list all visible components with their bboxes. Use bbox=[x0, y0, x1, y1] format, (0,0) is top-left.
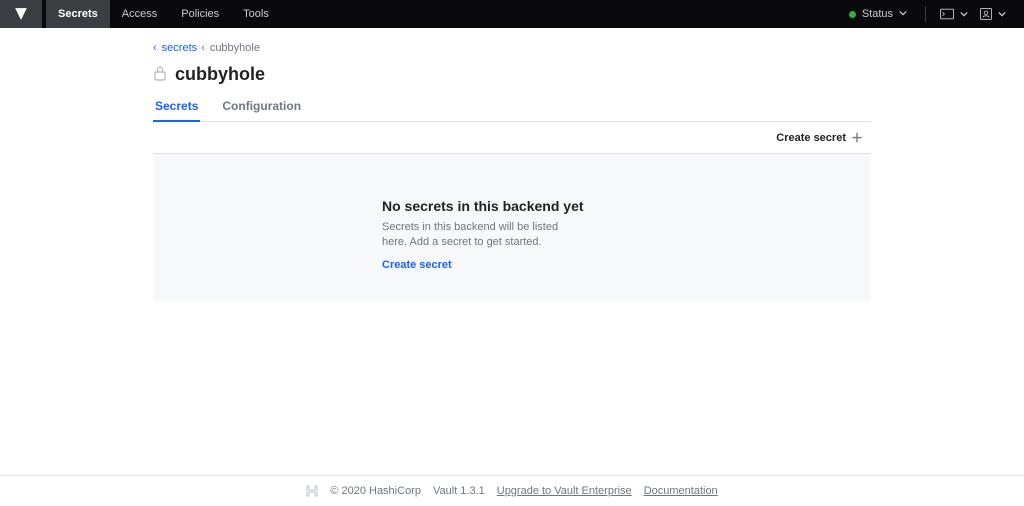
chevron-left-icon: ‹ bbox=[201, 42, 205, 54]
user-icon bbox=[980, 8, 992, 20]
nav-item-access[interactable]: Access bbox=[110, 0, 169, 28]
plus-icon: ＋ bbox=[851, 129, 863, 146]
create-secret-button[interactable]: Create secret ＋ bbox=[776, 129, 863, 146]
vault-logo-icon bbox=[14, 7, 28, 21]
chevron-down-icon bbox=[998, 10, 1006, 18]
tab-configuration[interactable]: Configuration bbox=[220, 91, 303, 122]
empty-state-create-link[interactable]: Create secret bbox=[382, 259, 642, 271]
footer-docs-link[interactable]: Documentation bbox=[644, 485, 718, 497]
breadcrumb-current: cubbyhole bbox=[210, 42, 260, 54]
chevron-down-icon bbox=[960, 10, 968, 18]
console-menu[interactable] bbox=[934, 8, 974, 20]
page-title: cubbyhole bbox=[175, 64, 265, 85]
footer: © 2020 HashiCorp Vault 1.3.1 Upgrade to … bbox=[0, 476, 1024, 506]
breadcrumb-parent-link[interactable]: secrets bbox=[162, 42, 197, 54]
secrets-toolbar: Create secret ＋ bbox=[153, 122, 871, 154]
empty-state-message: Secrets in this backend will be listed h… bbox=[382, 220, 562, 251]
empty-state: No secrets in this backend yet Secrets i… bbox=[382, 198, 642, 271]
user-menu[interactable] bbox=[974, 8, 1012, 20]
empty-state-title: No secrets in this backend yet bbox=[382, 198, 642, 214]
status-menu[interactable]: Status bbox=[839, 8, 917, 20]
nav-left: Secrets Access Policies Tools bbox=[0, 0, 839, 28]
nav-right: Status bbox=[839, 0, 1012, 28]
chevron-left-icon: ‹ bbox=[153, 42, 157, 54]
status-label: Status bbox=[862, 8, 893, 20]
hashicorp-icon bbox=[306, 485, 318, 497]
footer-version: Vault 1.3.1 bbox=[433, 485, 485, 497]
page-content: ‹ secrets ‹ cubbyhole cubbyhole Secrets … bbox=[153, 28, 871, 301]
status-dot-icon bbox=[849, 11, 856, 18]
create-secret-label: Create secret bbox=[776, 132, 846, 144]
top-nav: Secrets Access Policies Tools Status bbox=[0, 0, 1024, 28]
footer-copyright: © 2020 HashiCorp bbox=[330, 485, 421, 497]
tab-secrets[interactable]: Secrets bbox=[153, 91, 200, 122]
empty-state-panel: No secrets in this backend yet Secrets i… bbox=[153, 154, 871, 301]
page-title-row: cubbyhole bbox=[153, 64, 871, 85]
nav-separator bbox=[925, 6, 926, 22]
chevron-down-icon bbox=[899, 8, 907, 20]
tabs: Secrets Configuration bbox=[153, 91, 871, 122]
nav-item-secrets[interactable]: Secrets bbox=[46, 0, 110, 28]
lock-icon bbox=[153, 65, 167, 84]
nav-item-tools[interactable]: Tools bbox=[231, 0, 281, 28]
breadcrumb: ‹ secrets ‹ cubbyhole bbox=[153, 42, 871, 54]
terminal-icon bbox=[940, 8, 954, 20]
vault-logo[interactable] bbox=[0, 0, 42, 28]
nav-item-policies[interactable]: Policies bbox=[169, 0, 231, 28]
footer-upgrade-link[interactable]: Upgrade to Vault Enterprise bbox=[497, 485, 632, 497]
